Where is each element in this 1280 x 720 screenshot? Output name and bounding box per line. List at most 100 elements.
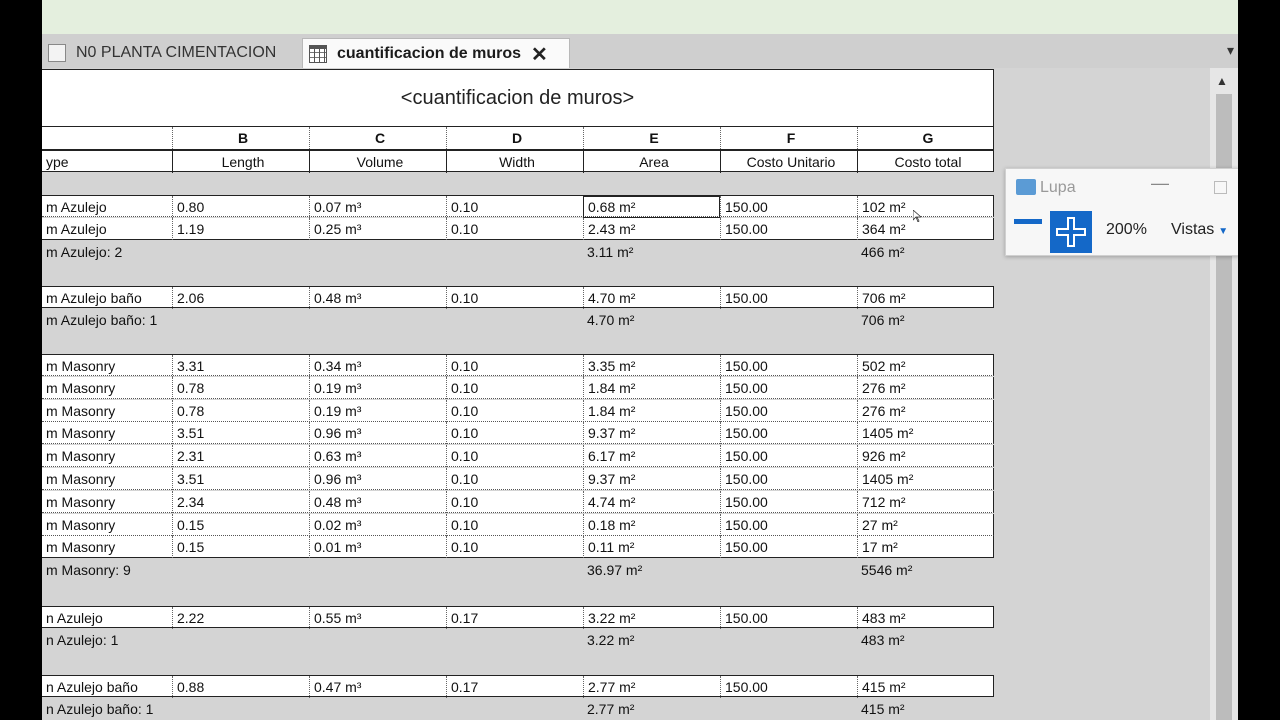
table-cell[interactable]: 0.25 m³ [309, 217, 446, 240]
column-header[interactable]: Area [583, 151, 720, 173]
column-header[interactable]: Volume [309, 151, 446, 173]
table-cell[interactable]: 0.19 m³ [309, 399, 446, 422]
table-cell[interactable]: 3.22 m² [583, 607, 720, 629]
table-cell[interactable]: 0.96 m³ [309, 468, 446, 490]
table-cell[interactable]: 9.37 m² [583, 422, 720, 445]
table-cell[interactable]: 0.10 [446, 355, 583, 377]
table-cell[interactable]: 0.88 [172, 676, 309, 698]
table-cell[interactable]: 1405 m² [857, 422, 994, 445]
table-cell[interactable]: 150.00 [720, 376, 857, 399]
table-cell[interactable]: m Masonry [42, 377, 172, 399]
table-cell[interactable]: 2.06 [172, 287, 309, 309]
maximize-icon[interactable] [1214, 181, 1227, 194]
table-cell[interactable]: 0.10 [446, 376, 583, 399]
table-cell[interactable]: 150.00 [720, 445, 857, 468]
table-cell[interactable]: 150.00 [720, 536, 857, 559]
table-cell[interactable]: 150.00 [720, 468, 857, 490]
table-cell[interactable]: 0.80 [172, 196, 309, 218]
table-cell[interactable]: 102 m² [857, 196, 994, 218]
table-cell[interactable]: 3.31 [172, 355, 309, 377]
zoom-out-button[interactable] [1014, 219, 1042, 224]
column-header[interactable]: Width [446, 151, 583, 173]
table-cell[interactable]: 0.17 [446, 607, 583, 629]
table-cell[interactable]: n Azulejo baño [42, 676, 172, 698]
table-cell[interactable]: 0.10 [446, 490, 583, 513]
table-cell[interactable]: n Azulejo [42, 607, 172, 629]
table-cell[interactable]: 276 m² [857, 399, 994, 422]
group-total-cost[interactable]: 415 m² [857, 698, 994, 720]
table-cell[interactable]: 0.18 m² [583, 513, 720, 536]
column-header[interactable]: Costo total [857, 151, 994, 173]
table-cell[interactable]: 3.35 m² [583, 355, 720, 377]
table-cell[interactable]: 0.11 m² [583, 536, 720, 559]
group-total-area[interactable]: 4.70 m² [583, 309, 720, 331]
table-cell[interactable]: 150.00 [720, 513, 857, 536]
group-total-area[interactable]: 3.11 m² [583, 241, 720, 263]
table-cell[interactable]: 0.55 m³ [309, 607, 446, 629]
close-tab-icon[interactable]: ✕ [531, 42, 548, 67]
table-cell[interactable]: 0.47 m³ [309, 676, 446, 698]
table-cell[interactable]: m Masonry [42, 514, 172, 536]
views-dropdown[interactable]: Vistas ▼ [1171, 221, 1228, 239]
table-cell[interactable]: 0.10 [446, 445, 583, 468]
zoom-in-button[interactable] [1050, 211, 1092, 253]
table-cell[interactable]: 502 m² [857, 355, 994, 377]
table-cell[interactable]: m Masonry [42, 422, 172, 444]
table-cell[interactable]: 0.10 [446, 217, 583, 240]
group-total-area[interactable]: 3.22 m² [583, 629, 720, 651]
table-cell[interactable]: 0.10 [446, 196, 583, 218]
table-cell[interactable]: 2.77 m² [583, 676, 720, 698]
tab-n0-planta-cimentacion[interactable]: N0 PLANTA CIMENTACION [42, 38, 294, 68]
table-cell[interactable]: 0.10 [446, 399, 583, 422]
table-cell[interactable]: 926 m² [857, 445, 994, 468]
table-cell[interactable]: 0.68 m² [583, 196, 720, 218]
table-cell[interactable]: 0.34 m³ [309, 355, 446, 377]
column-header[interactable]: ype [42, 151, 172, 173]
table-cell[interactable]: m Masonry [42, 468, 172, 490]
table-cell[interactable]: m Masonry [42, 445, 172, 467]
table-cell[interactable]: 0.78 [172, 376, 309, 399]
table-cell[interactable]: 0.01 m³ [309, 536, 446, 559]
table-cell[interactable]: 1405 m² [857, 468, 994, 490]
group-total-cost[interactable]: 706 m² [857, 309, 994, 331]
table-cell[interactable]: 1.19 [172, 217, 309, 240]
table-cell[interactable]: 150.00 [720, 287, 857, 309]
table-cell[interactable]: 712 m² [857, 490, 994, 513]
table-cell[interactable]: 2.34 [172, 490, 309, 513]
table-cell[interactable]: 150.00 [720, 607, 857, 629]
table-cell[interactable]: 0.10 [446, 422, 583, 445]
table-cell[interactable]: m Azulejo [42, 218, 172, 240]
table-cell[interactable]: 17 m² [857, 536, 994, 559]
table-cell[interactable]: 0.15 [172, 536, 309, 559]
table-cell[interactable]: 0.07 m³ [309, 196, 446, 218]
vertical-scrollbar[interactable]: ▲ [1210, 68, 1238, 720]
column-header[interactable]: Costo Unitario [720, 151, 857, 173]
column-header[interactable]: Length [172, 151, 309, 173]
table-cell[interactable]: 0.48 m³ [309, 490, 446, 513]
table-cell[interactable]: 2.31 [172, 445, 309, 468]
table-cell[interactable]: 0.10 [446, 287, 583, 309]
table-cell[interactable]: 150.00 [720, 355, 857, 377]
table-cell[interactable]: 483 m² [857, 607, 994, 629]
group-total-label[interactable]: n Azulejo baño: 1 [42, 698, 172, 720]
table-cell[interactable]: 0.78 [172, 399, 309, 422]
table-cell[interactable]: 9.37 m² [583, 468, 720, 490]
table-cell[interactable]: m Azulejo [42, 196, 172, 218]
table-cell[interactable]: 1.84 m² [583, 376, 720, 399]
table-cell[interactable]: 150.00 [720, 196, 857, 218]
group-total-cost[interactable]: 483 m² [857, 629, 994, 651]
table-cell[interactable]: 3.51 [172, 468, 309, 490]
table-cell[interactable]: m Masonry [42, 491, 172, 513]
table-cell[interactable]: m Masonry [42, 355, 172, 377]
table-cell[interactable]: 1.84 m² [583, 399, 720, 422]
table-cell[interactable]: 276 m² [857, 376, 994, 399]
table-cell[interactable]: 0.17 [446, 676, 583, 698]
group-total-cost[interactable]: 466 m² [857, 241, 994, 263]
table-cell[interactable]: m Azulejo baño [42, 287, 172, 309]
table-cell[interactable]: m Masonry [42, 400, 172, 422]
table-cell[interactable]: 150.00 [720, 217, 857, 240]
table-cell[interactable]: 0.15 [172, 513, 309, 536]
tab-cuantificacion-de-muros[interactable]: cuantificacion de muros ✕ [302, 38, 570, 69]
group-total-label[interactable]: m Azulejo: 2 [42, 241, 172, 263]
table-cell[interactable]: 415 m² [857, 676, 994, 698]
